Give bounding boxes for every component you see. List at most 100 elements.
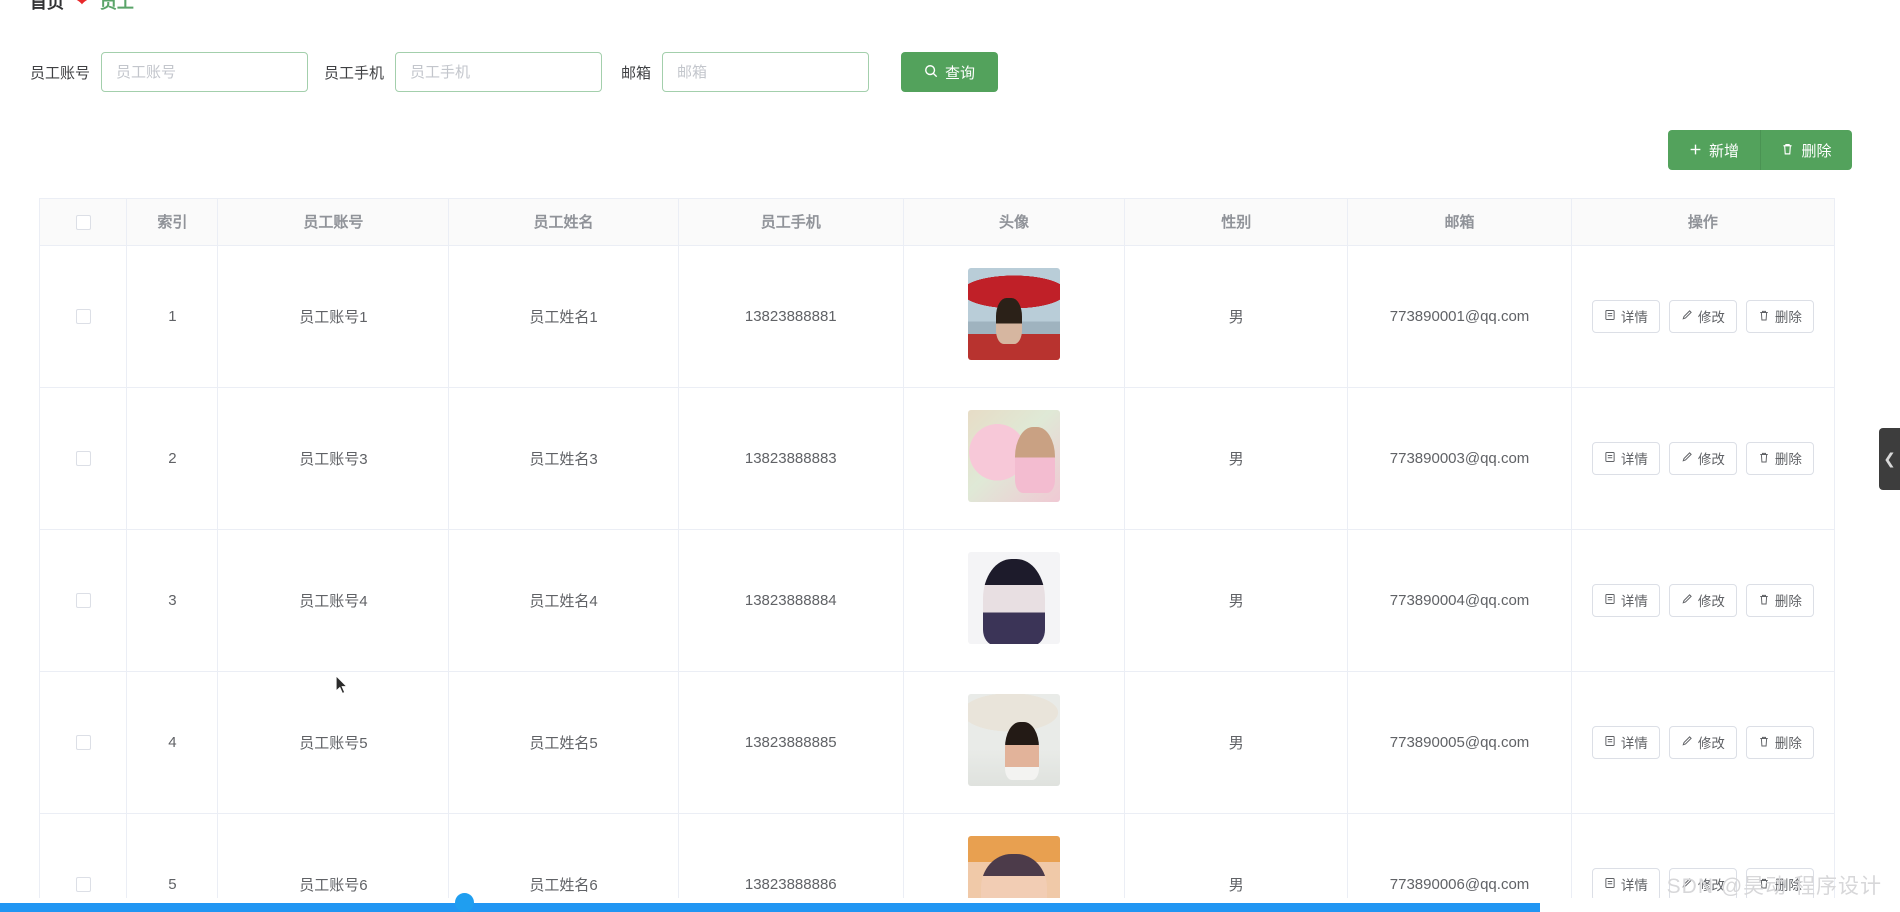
row-select-cell bbox=[40, 529, 128, 672]
row-checkbox[interactable] bbox=[75, 593, 91, 609]
table-row: 1 员工账号1 员工姓名1 13823888881 男 773890001@qq.com 详… bbox=[40, 245, 1834, 388]
cell-email: 773890001@qq.com bbox=[1347, 245, 1572, 388]
cell-avatar bbox=[903, 529, 1126, 672]
cell-name-text: 员工姓名6 bbox=[529, 876, 598, 894]
row-action-label: 修改 bbox=[1697, 736, 1725, 751]
row-action-edit-button[interactable]: 修改 bbox=[1668, 441, 1737, 475]
cell-name: 员工姓名3 bbox=[448, 387, 679, 530]
search-input-phone[interactable] bbox=[395, 52, 603, 92]
header-name: 员工姓名 bbox=[448, 199, 679, 246]
row-action-detail-button[interactable]: 详情 bbox=[1591, 867, 1660, 901]
select-all-checkbox[interactable] bbox=[75, 214, 91, 230]
header-avatar: 头像 bbox=[903, 199, 1126, 246]
header-email: 邮箱 bbox=[1347, 199, 1572, 246]
cell-gender: 男 bbox=[1124, 529, 1349, 672]
cell-avatar bbox=[903, 245, 1126, 388]
row-action-detail-button[interactable]: 详情 bbox=[1591, 725, 1660, 759]
row-action-label: 详情 bbox=[1620, 310, 1648, 325]
cell-index-text: 2 bbox=[168, 449, 177, 467]
cell-account-text: 员工账号5 bbox=[299, 734, 368, 752]
row-checkbox[interactable] bbox=[75, 309, 91, 325]
cell-gender-text: 男 bbox=[1228, 734, 1244, 752]
cell-email-text: 773890003@qq.com bbox=[1389, 449, 1530, 467]
avatar[interactable] bbox=[968, 268, 1061, 360]
scrollbar-knob[interactable] bbox=[455, 893, 474, 912]
header-actions: 操作 bbox=[1571, 199, 1834, 246]
row-select-cell bbox=[40, 671, 128, 814]
row-select-cell bbox=[40, 387, 128, 530]
row-action-edit-button[interactable]: 修改 bbox=[1668, 867, 1737, 901]
cell-account: 员工账号3 bbox=[217, 387, 450, 530]
row-action-label: 删除 bbox=[1774, 452, 1802, 467]
document-icon bbox=[1604, 451, 1616, 465]
table-row: 4 员工账号5 员工姓名5 13823888885 男 773890005@qq.com 详… bbox=[40, 671, 1834, 814]
row-action-label: 详情 bbox=[1620, 594, 1648, 609]
row-checkbox[interactable] bbox=[75, 451, 91, 467]
add-button[interactable]: 新增 bbox=[1668, 130, 1760, 170]
cell-phone-text: 13823888883 bbox=[744, 449, 837, 467]
breadcrumb-home[interactable]: 首页 bbox=[30, 0, 64, 13]
table-toolbar: 新增 删除 bbox=[1668, 130, 1852, 170]
row-action-label: 删除 bbox=[1774, 594, 1802, 609]
row-action-detail-button[interactable]: 详情 bbox=[1591, 299, 1660, 333]
cell-actions: 详情 修改 删除 bbox=[1571, 245, 1834, 388]
table-row: 2 员工账号3 员工姓名3 13823888883 男 773890003@qq.com 详… bbox=[40, 387, 1834, 530]
table-row: 3 员工账号4 员工姓名4 13823888884 男 773890004@qq.com 详… bbox=[40, 529, 1834, 672]
cell-index-text: 3 bbox=[168, 591, 177, 609]
cell-email-text: 773890006@qq.com bbox=[1389, 875, 1530, 893]
horizontal-scrollbar[interactable] bbox=[0, 903, 1540, 912]
plus-icon bbox=[1689, 143, 1702, 158]
cell-gender-text: 男 bbox=[1228, 592, 1244, 610]
row-action-delete-button[interactable]: 删除 bbox=[1745, 867, 1814, 901]
row-action-edit-button[interactable]: 修改 bbox=[1668, 583, 1737, 617]
cell-phone: 13823888883 bbox=[678, 387, 904, 530]
cell-index-text: 5 bbox=[168, 875, 177, 893]
query-button[interactable]: 查询 bbox=[901, 52, 999, 92]
row-action-edit-button[interactable]: 修改 bbox=[1668, 299, 1737, 333]
search-input-email[interactable] bbox=[662, 52, 870, 92]
cell-gender: 男 bbox=[1124, 671, 1349, 814]
row-action-delete-button[interactable]: 删除 bbox=[1745, 583, 1814, 617]
cell-email-text: 773890004@qq.com bbox=[1389, 591, 1530, 609]
cell-name: 员工姓名1 bbox=[448, 245, 679, 388]
row-checkbox[interactable] bbox=[75, 735, 91, 751]
trash-icon bbox=[1758, 877, 1770, 892]
row-action-delete-button[interactable]: 删除 bbox=[1745, 441, 1814, 475]
cell-name-text: 员工姓名3 bbox=[529, 450, 598, 468]
query-button-label: 查询 bbox=[945, 64, 976, 82]
chevron-left-icon: ❮ bbox=[1883, 451, 1896, 468]
row-action-detail-button[interactable]: 详情 bbox=[1591, 441, 1660, 475]
cell-gender: 男 bbox=[1124, 387, 1349, 530]
avatar[interactable] bbox=[968, 552, 1061, 644]
drawer-toggle-handle[interactable]: ❮ bbox=[1879, 428, 1900, 490]
header-index: 索引 bbox=[126, 199, 219, 246]
row-action-label: 删除 bbox=[1774, 878, 1802, 893]
cell-account-text: 员工账号1 bbox=[299, 308, 368, 326]
cell-email: 773890005@qq.com bbox=[1347, 671, 1572, 814]
cell-account: 员工账号5 bbox=[217, 671, 450, 814]
pencil-icon bbox=[1681, 735, 1693, 749]
cell-email-text: 773890005@qq.com bbox=[1389, 733, 1530, 751]
batch-delete-button[interactable]: 删除 bbox=[1760, 130, 1852, 170]
cell-gender-text: 男 bbox=[1228, 450, 1244, 468]
row-select-cell bbox=[40, 245, 128, 388]
header-phone: 员工手机 bbox=[678, 199, 904, 246]
row-checkbox[interactable] bbox=[75, 877, 91, 893]
row-action-edit-button[interactable]: 修改 bbox=[1668, 725, 1737, 759]
avatar[interactable] bbox=[968, 410, 1061, 502]
row-action-detail-button[interactable]: 详情 bbox=[1591, 583, 1660, 617]
search-field-phone: 员工手机 bbox=[324, 52, 603, 92]
row-action-delete-button[interactable]: 删除 bbox=[1745, 299, 1814, 333]
trash-icon bbox=[1758, 451, 1770, 466]
cell-index: 3 bbox=[126, 529, 219, 672]
heart-icon: ❤ bbox=[74, 0, 90, 11]
cell-actions: 详情 修改 删除 bbox=[1571, 529, 1834, 672]
avatar[interactable] bbox=[968, 694, 1061, 786]
cell-email: 773890004@qq.com bbox=[1347, 529, 1572, 672]
row-action-label: 修改 bbox=[1697, 878, 1725, 893]
select-all-header bbox=[40, 199, 128, 246]
row-action-delete-button[interactable]: 删除 bbox=[1745, 725, 1814, 759]
cell-index-text: 4 bbox=[168, 733, 177, 751]
document-icon bbox=[1604, 309, 1616, 323]
search-input-account[interactable] bbox=[101, 52, 309, 92]
